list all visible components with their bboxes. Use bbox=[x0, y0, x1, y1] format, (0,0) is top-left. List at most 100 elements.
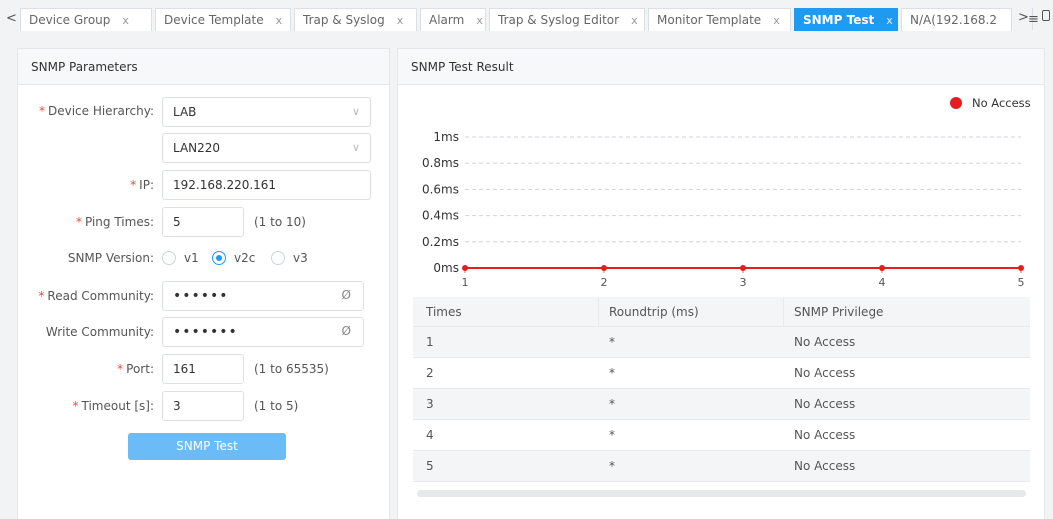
x-tick-label: 1 bbox=[462, 276, 469, 289]
close-icon[interactable]: x bbox=[773, 14, 780, 27]
select-value: LAN220 bbox=[173, 141, 221, 155]
masked-value: ••••••• bbox=[173, 324, 238, 340]
radio-label-v2c: v2c bbox=[234, 251, 256, 265]
window-icon[interactable] bbox=[1042, 10, 1050, 21]
y-tick-label: 0.8ms bbox=[422, 156, 459, 170]
cell-roundtrip: * bbox=[609, 335, 615, 349]
y-tick-label: 1ms bbox=[433, 130, 459, 144]
ip-label: * IP: bbox=[14, 178, 154, 192]
column-header-roundtrip: Roundtrip (ms) bbox=[609, 305, 699, 319]
legend-label: No Access bbox=[972, 96, 1031, 110]
label-text: Read Community: bbox=[47, 289, 154, 303]
label-text: Timeout [s]: bbox=[81, 399, 155, 413]
tab-label: Alarm bbox=[429, 13, 465, 27]
close-icon[interactable]: x bbox=[631, 14, 638, 27]
cell-roundtrip: * bbox=[609, 428, 615, 442]
read-community-input[interactable]: •••••• Ø bbox=[162, 281, 364, 311]
read-community-label: * Read Community: bbox=[14, 289, 154, 303]
tab-label: SNMP Test bbox=[803, 13, 875, 27]
close-icon[interactable]: x bbox=[276, 14, 283, 27]
cell-privilege: No Access bbox=[794, 397, 856, 411]
radio-v3[interactable] bbox=[271, 251, 285, 265]
tab-device-partial[interactable]: N/A(192.168.2 bbox=[901, 8, 1012, 31]
tab-label: Trap & Syslog bbox=[303, 13, 385, 27]
chevron-left-icon[interactable]: < bbox=[6, 11, 17, 26]
column-header-times: Times bbox=[426, 305, 462, 319]
required-mark: * bbox=[38, 104, 45, 118]
data-point bbox=[740, 265, 746, 271]
tab-trap-syslog-editor[interactable]: Trap & Syslog Editor x bbox=[489, 8, 645, 31]
hamburger-menu-icon[interactable]: ≡ bbox=[1028, 12, 1039, 27]
masked-value: •••••• bbox=[173, 288, 229, 304]
ip-input[interactable]: 192.168.220.161 bbox=[162, 170, 371, 200]
snmp-version-label: SNMP Version: bbox=[67, 251, 154, 265]
tab-trap-syslog[interactable]: Trap & Syslog x bbox=[294, 8, 417, 31]
radio-label-v1: v1 bbox=[184, 251, 199, 265]
hierarchy-level2-select[interactable]: LAN220 ∨ bbox=[162, 133, 371, 163]
ping-times-hint: (1 to 10) bbox=[254, 215, 306, 229]
device-hierarchy-label: * Device Hierarchy: bbox=[14, 104, 154, 118]
cell-privilege: No Access bbox=[794, 366, 856, 380]
close-icon[interactable]: x bbox=[886, 14, 893, 27]
tab-label: Device Template bbox=[164, 13, 264, 27]
timeout-input[interactable]: 3 bbox=[162, 391, 244, 421]
required-mark: * bbox=[75, 215, 82, 229]
timeout-label: * Timeout [s]: bbox=[14, 399, 155, 413]
table-row: 5 * No Access bbox=[413, 451, 1030, 482]
radio-v1[interactable] bbox=[162, 251, 176, 265]
ping-times-label: * Ping Times: bbox=[14, 215, 154, 229]
eye-slash-icon[interactable]: Ø bbox=[342, 288, 351, 302]
tab-alarm[interactable]: Alarm x bbox=[420, 8, 486, 31]
timeout-hint: (1 to 5) bbox=[254, 399, 299, 413]
cell-times: 1 bbox=[426, 335, 434, 349]
required-mark: * bbox=[72, 399, 79, 413]
x-tick-label: 2 bbox=[601, 276, 608, 289]
ping-times-input[interactable]: 5 bbox=[162, 207, 244, 237]
chart-svg: 0ms 0.2ms 0.4ms 0.6ms 0.8ms 1ms 1 2 3 4 5 bbox=[422, 130, 1025, 289]
roundtrip-chart: 0ms 0.2ms 0.4ms 0.6ms 0.8ms 1ms 1 2 3 4 5 bbox=[413, 96, 1033, 296]
table-row: 4 * No Access bbox=[413, 420, 1030, 451]
cell-roundtrip: * bbox=[609, 459, 615, 473]
tab-monitor-template[interactable]: Monitor Template x bbox=[648, 8, 791, 31]
eye-slash-icon[interactable]: Ø bbox=[342, 324, 351, 338]
input-value: 5 bbox=[173, 215, 181, 229]
cell-privilege: No Access bbox=[794, 335, 856, 349]
port-input[interactable]: 161 bbox=[162, 354, 244, 384]
label-text: IP: bbox=[139, 178, 154, 192]
tab-device-group[interactable]: Device Group x bbox=[20, 8, 152, 31]
chevron-down-icon: ∨ bbox=[351, 105, 360, 118]
write-community-input[interactable]: ••••••• Ø bbox=[162, 317, 364, 347]
cell-roundtrip: * bbox=[609, 397, 615, 411]
hierarchy-level1-select[interactable]: LAB ∨ bbox=[162, 97, 371, 127]
x-tick-label: 5 bbox=[1018, 276, 1025, 289]
label-text: Device Hierarchy: bbox=[47, 104, 154, 118]
cell-times: 5 bbox=[426, 459, 434, 473]
label-text: Ping Times: bbox=[84, 215, 154, 229]
tab-label: N/A(192.168.2 bbox=[910, 13, 997, 27]
close-icon[interactable]: x bbox=[397, 14, 404, 27]
tab-label: Trap & Syslog Editor bbox=[498, 13, 620, 27]
y-tick-label: 0.4ms bbox=[422, 209, 459, 223]
panel-title: SNMP Test Result bbox=[398, 49, 1044, 85]
horizontal-scrollbar[interactable] bbox=[417, 490, 1026, 497]
column-divider bbox=[783, 297, 784, 326]
chart-legend[interactable]: No Access bbox=[950, 96, 1031, 110]
x-tick-label: 4 bbox=[879, 276, 886, 289]
required-mark: * bbox=[130, 178, 137, 192]
snmp-test-button[interactable]: SNMP Test bbox=[128, 433, 286, 460]
column-divider bbox=[598, 297, 599, 326]
panel-title: SNMP Parameters bbox=[18, 49, 389, 85]
radio-label-v3: v3 bbox=[293, 251, 308, 265]
label-text: Port: bbox=[126, 362, 154, 376]
radio-v2c[interactable] bbox=[212, 251, 226, 265]
snmp-version-group: v1 v2c v3 bbox=[162, 251, 362, 267]
y-tick-label: 0ms bbox=[433, 261, 459, 275]
tab-device-template[interactable]: Device Template x bbox=[155, 8, 291, 31]
select-value: LAB bbox=[173, 105, 197, 119]
tab-snmp-test[interactable]: SNMP Test x bbox=[794, 8, 898, 31]
input-value: 161 bbox=[173, 362, 196, 376]
port-hint: (1 to 65535) bbox=[254, 362, 329, 376]
cell-times: 4 bbox=[426, 428, 434, 442]
close-icon[interactable]: x bbox=[122, 14, 129, 27]
close-icon[interactable]: x bbox=[476, 14, 483, 27]
